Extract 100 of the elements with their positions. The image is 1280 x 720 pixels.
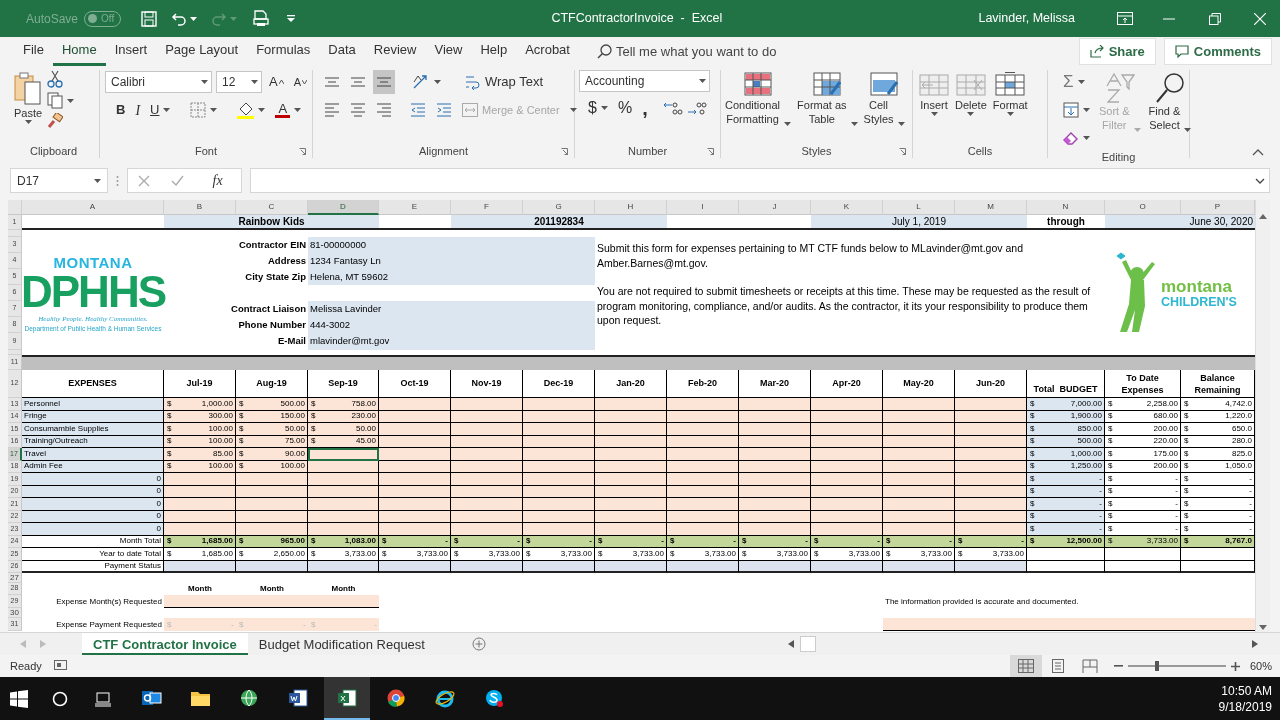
ribbon-button[interactable]: Format (990, 70, 1030, 118)
column-header[interactable]: K (811, 200, 883, 215)
ribbon-tab[interactable]: Insert (105, 37, 157, 66)
dialog-launcher-icon[interactable] (561, 148, 568, 155)
ribbon-button[interactable]: Delete (953, 70, 989, 118)
column-header[interactable]: N (1027, 200, 1105, 215)
zoom-in-icon[interactable] (1230, 661, 1240, 671)
paste-button[interactable]: Paste (12, 70, 45, 126)
field-label: Address (267, 253, 307, 268)
sheet-tab[interactable]: Budget Modification Request (247, 633, 436, 655)
column-header[interactable]: A (22, 200, 164, 215)
dialog-launcher-icon[interactable] (899, 148, 906, 155)
ribbon-button[interactable]: Format as Table (795, 70, 860, 128)
increase-font-button[interactable]: A (266, 70, 287, 94)
ribbon-button[interactable]: Insert (917, 70, 951, 118)
column-header[interactable]: H (595, 200, 667, 215)
search-circle-icon[interactable] (52, 690, 68, 707)
currency-sign: $ (1108, 485, 1113, 498)
view-button[interactable] (1009, 655, 1042, 677)
scissors-icon[interactable] (47, 70, 64, 88)
ribbon-tab[interactable]: Formulas (247, 37, 320, 66)
table-cell (595, 423, 667, 436)
scroll-up-icon[interactable] (1259, 214, 1267, 219)
undo-icon[interactable] (171, 10, 188, 27)
ribbon-tab[interactable]: Home (52, 37, 106, 66)
autosum-button[interactable]: Σ (1060, 70, 1093, 94)
ribbon-button[interactable]: Conditional Formatting (723, 70, 794, 128)
decrease-font-button[interactable]: A (290, 70, 310, 94)
scroll-left-icon[interactable] (788, 640, 794, 648)
ribbon-display-icon[interactable] (1117, 12, 1133, 25)
format-painter-icon[interactable] (47, 113, 64, 129)
windows-start-icon[interactable] (10, 689, 28, 708)
dialog-launcher-icon[interactable] (299, 148, 306, 155)
column-header[interactable]: D (308, 200, 379, 215)
sheet-tab[interactable]: CTF Contractor Invoice (82, 633, 248, 655)
ribbon-button[interactable]: Cell Styles (861, 70, 907, 128)
scroll-thumb[interactable] (800, 636, 816, 652)
comments-button[interactable]: Comments (1163, 37, 1272, 66)
currency-button[interactable]: $ (585, 96, 611, 120)
ribbon-tab[interactable]: View (425, 37, 472, 66)
close-icon[interactable] (1254, 12, 1266, 25)
column-header[interactable]: P (1181, 200, 1255, 215)
taskbar-button[interactable] (324, 677, 370, 720)
ribbon-tab[interactable]: Review (364, 37, 426, 66)
task-view-icon[interactable] (94, 690, 112, 707)
collapse-ribbon-icon[interactable] (1252, 149, 1264, 156)
font-name-dropdown[interactable]: Calibri (105, 71, 212, 93)
caret-icon (434, 80, 441, 84)
underline-button[interactable]: U (147, 98, 174, 122)
input-field[interactable] (164, 595, 379, 608)
percent-button[interactable]: % (614, 96, 636, 120)
bold-button[interactable]: B (113, 98, 129, 122)
font-color-button[interactable]: A (272, 98, 305, 122)
name-box[interactable]: D17 (10, 168, 108, 193)
add-sheet-icon[interactable] (471, 637, 486, 651)
column-header[interactable]: G (523, 200, 595, 215)
increase-decimal-icon[interactable] (662, 100, 683, 116)
copy-icon[interactable] (47, 92, 64, 109)
dialog-launcher-icon[interactable] (707, 148, 714, 155)
column-header[interactable]: C (236, 200, 308, 215)
ribbon-tab[interactable]: Acrobat (516, 37, 579, 66)
column-header[interactable]: M (955, 200, 1027, 215)
decrease-decimal-icon[interactable] (686, 100, 707, 116)
ribbon-tab[interactable]: Page Layout (156, 37, 248, 66)
restore-icon[interactable] (1209, 12, 1221, 25)
column-header[interactable]: L (883, 200, 955, 215)
insert-function-button[interactable]: fx (204, 170, 231, 191)
group-label: Clipboard (29, 144, 78, 158)
table-cell (451, 498, 523, 511)
print-preview-icon[interactable] (253, 10, 270, 27)
caret-icon (230, 16, 238, 21)
formula-input[interactable] (250, 168, 1270, 193)
scroll-down-icon[interactable] (1259, 625, 1267, 630)
share-button[interactable]: Share (1078, 37, 1156, 66)
ribbon-tab[interactable]: File (14, 37, 53, 66)
ribbon-tab[interactable]: Data (319, 37, 365, 66)
scroll-right-icon[interactable] (1252, 640, 1258, 648)
ribbon-tab[interactable]: Help (471, 37, 517, 66)
search-field[interactable]: Tell me what you want to do (611, 41, 812, 62)
table-cell (523, 448, 595, 461)
signature-field[interactable] (883, 618, 1255, 631)
column-header[interactable]: F (451, 200, 523, 215)
column-header[interactable]: O (1105, 200, 1181, 215)
column-header[interactable]: I (667, 200, 739, 215)
italic-button[interactable]: I (132, 98, 144, 122)
slider-thumb[interactable] (1155, 661, 1160, 671)
save-icon[interactable] (141, 10, 158, 27)
comma-style-button[interactable]: , (639, 96, 651, 120)
selected-cell[interactable] (308, 448, 379, 461)
currency-sign: $ (1030, 448, 1035, 460)
column-header[interactable]: J (739, 200, 811, 215)
column-header[interactable]: E (379, 200, 451, 215)
expand-icon[interactable] (1255, 177, 1265, 184)
wrap-text-button[interactable]: Wrap Text (462, 70, 547, 94)
macro-record-icon[interactable] (53, 660, 67, 672)
font-size-dropdown[interactable]: 12 (216, 71, 262, 93)
number-format-dropdown[interactable]: Accounting (579, 70, 710, 92)
customize-toolbar-icon[interactable] (287, 15, 296, 22)
find-select-button[interactable]: Find & Select (1146, 70, 1194, 134)
column-header[interactable]: B (164, 200, 236, 215)
